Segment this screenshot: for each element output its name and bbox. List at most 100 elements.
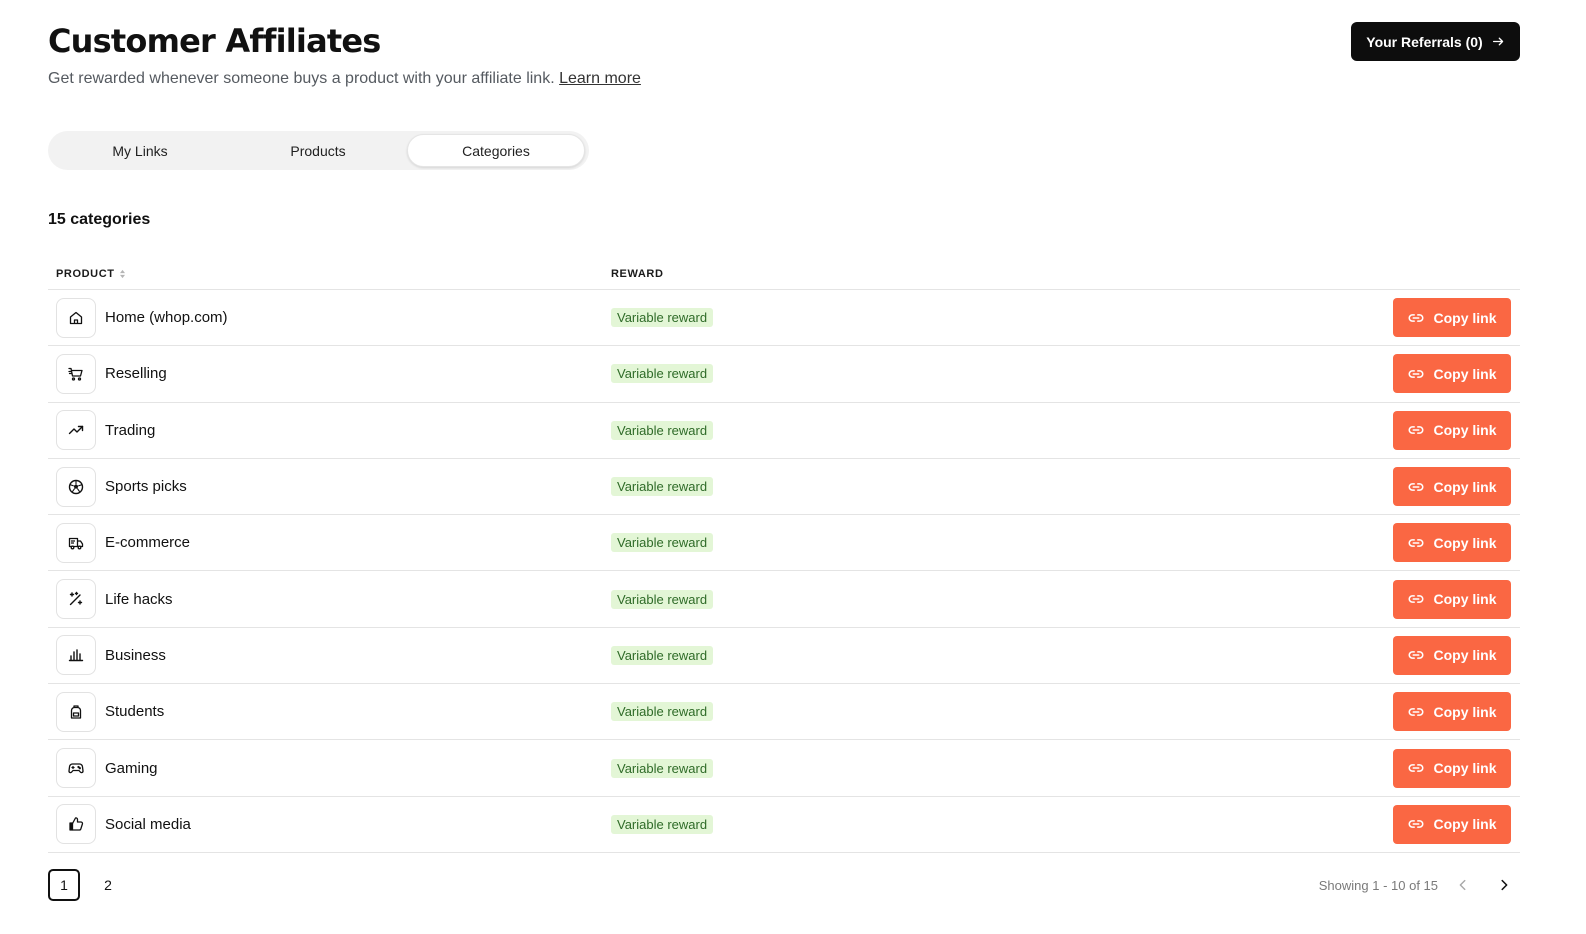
reward-cell: Variable reward: [611, 702, 1390, 722]
copy-link-label: Copy link: [1433, 478, 1497, 495]
copy-link-button[interactable]: Copy link: [1393, 410, 1511, 450]
tab-categories[interactable]: Categories: [407, 134, 585, 167]
tab-products[interactable]: Products: [229, 134, 407, 167]
page-title: Customer Affiliates: [48, 22, 381, 60]
product-name: Home (whop.com): [105, 309, 228, 327]
reward-badge: Variable reward: [611, 758, 714, 778]
category-icon-box: [56, 522, 96, 563]
table-row: Students Variable reward Copy link: [48, 684, 1520, 741]
product-name: Life hacks: [105, 590, 173, 608]
reward-cell: Variable reward: [611, 308, 1390, 328]
previous-page-button[interactable]: [1451, 873, 1475, 897]
product-cell: Students: [48, 691, 611, 732]
sort-icon: [119, 269, 125, 278]
category-icon-box: [56, 466, 96, 507]
table-row: Business Variable reward Copy link: [48, 628, 1520, 685]
product-name: Reselling: [105, 365, 167, 383]
pagination: 1 2: [48, 869, 124, 901]
action-cell: Copy link: [1390, 635, 1520, 675]
reward-badge: Variable reward: [611, 364, 714, 384]
link-icon: [1409, 426, 1424, 435]
product-name: Students: [105, 703, 165, 721]
category-icon-box: [56, 635, 96, 676]
product-cell: Social media: [48, 804, 611, 845]
your-referrals-label: Your Referrals (0): [1366, 33, 1483, 50]
reward-badge: Variable reward: [611, 533, 714, 553]
link-icon: [1409, 538, 1424, 547]
tab-my-links[interactable]: My Links: [51, 134, 229, 167]
action-cell: Copy link: [1390, 804, 1520, 844]
soccer-ball-icon: [68, 479, 84, 494]
copy-link-label: Copy link: [1433, 422, 1497, 439]
action-cell: Copy link: [1390, 410, 1520, 450]
table-header: PRODUCT REWARD: [48, 258, 1520, 290]
copy-link-label: Copy link: [1433, 816, 1497, 833]
action-cell: Copy link: [1390, 354, 1520, 394]
product-name: Social media: [105, 815, 191, 833]
reward-badge: Variable reward: [611, 477, 714, 497]
reward-badge: Variable reward: [611, 420, 714, 440]
column-header-product[interactable]: PRODUCT: [48, 268, 611, 280]
copy-link-button[interactable]: Copy link: [1393, 692, 1511, 732]
copy-link-label: Copy link: [1433, 760, 1497, 777]
link-icon: [1409, 595, 1424, 604]
next-page-button[interactable]: [1492, 873, 1516, 897]
reward-badge: Variable reward: [611, 589, 714, 609]
page-subtitle: Get rewarded whenever someone buys a pro…: [48, 70, 641, 88]
learn-more-link[interactable]: Learn more: [559, 70, 641, 87]
page-1-button[interactable]: 1: [48, 869, 80, 901]
reward-cell: Variable reward: [611, 364, 1390, 384]
bar-chart-icon: [68, 649, 84, 662]
copy-link-label: Copy link: [1433, 365, 1497, 382]
table-row: Social media Variable reward Copy link: [48, 797, 1520, 853]
table-row: Trading Variable reward Copy link: [48, 403, 1520, 459]
copy-link-button[interactable]: Copy link: [1393, 748, 1511, 788]
your-referrals-button[interactable]: Your Referrals (0): [1351, 22, 1520, 61]
table-row: Gaming Variable reward Copy link: [48, 740, 1520, 797]
link-icon: [1409, 651, 1424, 660]
link-icon: [1409, 820, 1424, 829]
reward-badge: Variable reward: [611, 702, 714, 722]
table-row: Home (whop.com) Variable reward Copy lin…: [48, 290, 1520, 347]
copy-link-button[interactable]: Copy link: [1393, 804, 1511, 844]
backpack-icon: [70, 705, 82, 719]
copy-link-button[interactable]: Copy link: [1393, 523, 1511, 563]
table-row: Reselling Variable reward Copy link: [48, 346, 1520, 403]
product-cell: Sports picks: [48, 466, 611, 507]
product-name: E-commerce: [105, 534, 191, 552]
copy-link-label: Copy link: [1433, 534, 1497, 551]
product-name: Trading: [105, 421, 156, 439]
copy-link-button[interactable]: Copy link: [1393, 467, 1511, 507]
copy-link-button[interactable]: Copy link: [1393, 354, 1511, 394]
reward-cell: Variable reward: [611, 477, 1390, 497]
reward-badge: Variable reward: [611, 645, 714, 665]
action-cell: Copy link: [1390, 298, 1520, 338]
action-cell: Copy link: [1390, 523, 1520, 563]
column-header-reward: REWARD: [611, 267, 664, 280]
copy-link-button[interactable]: Copy link: [1393, 635, 1511, 675]
product-name: Gaming: [105, 759, 158, 777]
link-icon: [1409, 764, 1424, 772]
copy-link-button[interactable]: Copy link: [1393, 298, 1511, 338]
category-icon-box: [56, 804, 96, 845]
category-icon-box: [56, 579, 96, 620]
reward-cell: Variable reward: [611, 589, 1390, 609]
cart-icon: [68, 367, 83, 381]
chevron-right-icon: [1501, 879, 1508, 891]
trending-up-icon: [68, 426, 84, 435]
table-row: Sports picks Variable reward Copy link: [48, 459, 1520, 516]
copy-link-button[interactable]: Copy link: [1393, 579, 1511, 619]
reward-cell: Variable reward: [611, 814, 1390, 834]
reward-badge: Variable reward: [611, 814, 714, 834]
categories-count: 15 categories: [48, 211, 151, 228]
gamepad-icon: [68, 763, 84, 774]
pagination-summary: Showing 1 - 10 of 15: [1318, 878, 1438, 893]
page-2-button[interactable]: 2: [92, 869, 124, 901]
categories-table: PRODUCT REWARD Home (whop.com) Variable …: [48, 258, 1520, 853]
product-cell: Trading: [48, 410, 611, 451]
copy-link-label: Copy link: [1433, 647, 1497, 664]
link-icon: [1409, 370, 1424, 378]
action-cell: Copy link: [1390, 467, 1520, 507]
action-cell: Copy link: [1390, 692, 1520, 732]
action-cell: Copy link: [1390, 748, 1520, 788]
